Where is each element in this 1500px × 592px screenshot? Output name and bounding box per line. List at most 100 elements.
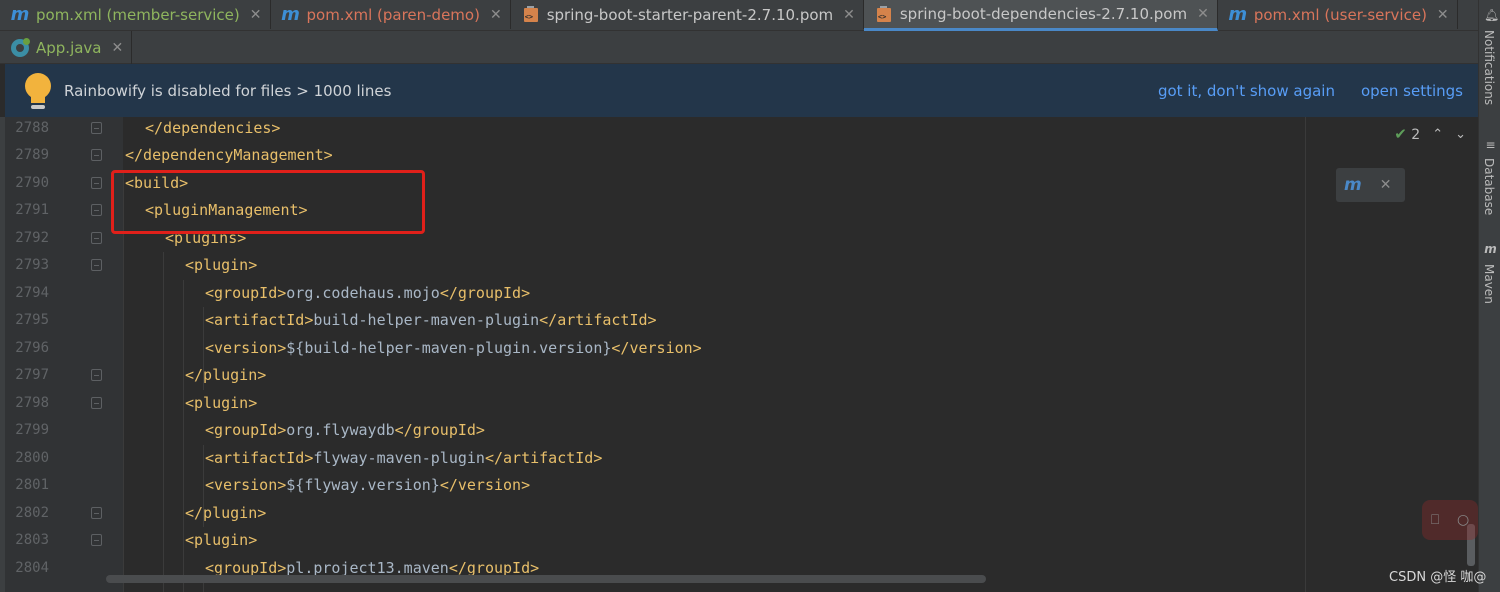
fold-marker-icon[interactable] bbox=[91, 396, 102, 409]
line-number: 2797 bbox=[15, 367, 49, 383]
line-number: 2790 bbox=[15, 174, 49, 191]
fold-marker-icon[interactable] bbox=[91, 204, 102, 216]
xml-open-tag: </plugin> bbox=[185, 503, 267, 522]
code-line[interactable]: 2798 <plugin> bbox=[5, 390, 1305, 418]
fold-marker-icon[interactable] bbox=[91, 149, 102, 161]
code-line[interactable]: 2789 </dependencyManagement> bbox=[5, 142, 1305, 170]
editor-tab-bar-second-row: App.java ✕ bbox=[0, 31, 1478, 64]
xml-close-tag: </version> bbox=[611, 338, 702, 357]
code-line[interactable]: 2793 <plugin> bbox=[5, 252, 1305, 280]
code-line[interactable]: 2796 <version>${build-helper-maven-plugin… bbox=[5, 335, 1305, 363]
xml-text-value: org.codehaus.mojo bbox=[286, 283, 440, 302]
close-tab-icon[interactable]: ✕ bbox=[250, 7, 262, 23]
close-tab-icon[interactable]: ✕ bbox=[490, 7, 502, 23]
close-icon[interactable]: ✕ bbox=[1380, 177, 1392, 193]
tool-window-database[interactable]: Database bbox=[1482, 158, 1496, 215]
pom-file-icon: <> bbox=[521, 6, 541, 24]
line-number: 2799 bbox=[15, 422, 49, 438]
xml-open-tag: <groupId> bbox=[205, 421, 287, 439]
code-line[interactable]: 2797 </plugin> bbox=[5, 362, 1305, 390]
line-number: 2794 bbox=[15, 284, 49, 301]
xml-close-tag: </groupId> bbox=[394, 421, 485, 439]
maven-icon: m bbox=[10, 4, 30, 25]
code-line[interactable]: 2788 </dependencies> bbox=[5, 117, 1305, 142]
close-tab-icon[interactable]: ✕ bbox=[112, 40, 124, 56]
xml-open-tag: <artifactId> bbox=[205, 448, 314, 467]
xml-text-value: pl.project13.maven bbox=[286, 558, 449, 577]
search-icon[interactable]: ○ bbox=[1457, 512, 1469, 528]
code-text: <groupId>org.flywaydb</groupId> bbox=[205, 417, 485, 445]
next-highlight-icon[interactable]: ⌄ bbox=[1455, 127, 1466, 142]
maven-icon: m bbox=[1228, 4, 1248, 25]
code-text: <plugin> bbox=[185, 390, 257, 418]
line-number: 2788 bbox=[15, 119, 49, 136]
tabs_row1-tab-4[interactable]: m pom.xml (user-service) ✕ bbox=[1218, 0, 1458, 29]
line-number: 2791 bbox=[15, 202, 49, 218]
tabs_row1-tab-0[interactable]: m pom.xml (member-service) ✕ bbox=[0, 0, 271, 29]
close-tab-icon[interactable]: ✕ bbox=[1437, 7, 1449, 23]
xml-open-tag: <version> bbox=[205, 476, 287, 494]
ai-icon[interactable]: ⎕ bbox=[1431, 512, 1439, 528]
notification-banner: Rainbowify is disabled for files > 1000 … bbox=[5, 64, 1478, 117]
fold-marker-icon[interactable] bbox=[91, 176, 102, 189]
xml-close-tag: </version> bbox=[439, 476, 531, 494]
xml-open-tag: <artifactId> bbox=[205, 311, 314, 329]
fold-marker-icon[interactable] bbox=[91, 506, 102, 519]
tabs_row1-tab-2[interactable]: <> spring-boot-starter-parent-2.7.10.pom ✕ bbox=[511, 0, 864, 29]
maven-reload-popup[interactable]: m ✕ bbox=[1336, 168, 1405, 202]
line-number: 2803 bbox=[15, 532, 49, 548]
fold-marker-icon[interactable] bbox=[91, 121, 102, 134]
line-number: 2804 bbox=[15, 559, 49, 576]
code-text: <version>${flyway.version}</version> bbox=[205, 472, 530, 500]
tabs_row1-tab-3[interactable]: <> spring-boot-dependencies-2.7.10.pom ✕ bbox=[863, 0, 1218, 31]
tool-window-maven[interactable]: Maven bbox=[1482, 264, 1496, 304]
fold-marker-icon[interactable] bbox=[91, 369, 102, 381]
indent-guide bbox=[163, 252, 164, 592]
tabs_row2-tab-0[interactable]: App.java ✕ bbox=[0, 31, 133, 64]
close-tab-icon[interactable]: ✕ bbox=[1197, 6, 1209, 22]
annotation-highlight-box bbox=[111, 170, 425, 234]
fold-marker-icon[interactable] bbox=[91, 534, 102, 546]
java-class-icon bbox=[10, 37, 30, 57]
xml-open-tag: <groupId> bbox=[205, 558, 287, 577]
code-text: <artifactId>build-helper-maven-plugin</a… bbox=[205, 307, 657, 335]
line-number: 2793 bbox=[15, 257, 49, 273]
code-line[interactable]: 2795 <artifactId>build-helper-maven-plugi… bbox=[5, 307, 1305, 335]
fold-marker-icon[interactable] bbox=[91, 259, 102, 271]
tab-label: pom.xml (member-service) bbox=[36, 5, 240, 24]
lightbulb-icon bbox=[23, 71, 53, 111]
code-line[interactable]: 2802 </plugin> bbox=[5, 500, 1305, 528]
fold-marker-icon[interactable] bbox=[91, 231, 102, 244]
inspection-widget[interactable]: ✔ 2 ⌃ ⌄ bbox=[1394, 125, 1466, 143]
tool-window-notifications[interactable]: Notifications bbox=[1482, 30, 1496, 105]
tab-label: pom.xml (user-service) bbox=[1253, 5, 1427, 24]
previous-highlight-icon[interactable]: ⌃ bbox=[1432, 127, 1443, 142]
line-number: 2800 bbox=[15, 449, 49, 466]
tab-label: App.java bbox=[36, 38, 102, 57]
database-icon: ≡ bbox=[1485, 138, 1496, 152]
tabs_row1-tab-1[interactable]: m pom.xml (paren-demo) ✕ bbox=[271, 0, 511, 29]
code-text: </dependencies> bbox=[145, 117, 280, 142]
horizontal-scrollbar[interactable] bbox=[106, 575, 986, 583]
dismiss-link[interactable]: got it, don't show again bbox=[1158, 82, 1335, 100]
editor-tab-bar: m pom.xml (member-service) ✕ m pom.xml (pare… bbox=[0, 0, 1478, 31]
code-line[interactable]: 2794 <groupId>org.codehaus.mojo</groupId> bbox=[5, 280, 1305, 308]
xml-open-tag: </dependencyManagement> bbox=[125, 146, 333, 164]
maven-reload-icon[interactable]: m bbox=[1344, 175, 1362, 195]
code-text: <version>${build-helper-maven-plugin.ver… bbox=[205, 335, 702, 363]
xml-text-value: build-helper-maven-plugin bbox=[313, 311, 540, 329]
code-line[interactable]: 2799 <groupId>org.flywaydb</groupId> bbox=[5, 417, 1305, 445]
close-tab-icon[interactable]: ✕ bbox=[843, 7, 855, 23]
line-number: 2801 bbox=[15, 477, 49, 493]
open-settings-link[interactable]: open settings bbox=[1361, 82, 1463, 100]
xml-text-value: flyway-maven-plugin bbox=[313, 448, 485, 467]
xml-open-tag: <version> bbox=[205, 338, 287, 357]
code-line[interactable]: 2803 <plugin> bbox=[5, 527, 1305, 555]
line-number: 2802 bbox=[15, 504, 49, 521]
line-number: 2789 bbox=[15, 147, 49, 163]
code-line[interactable]: 2800 <artifactId>flyway-maven-plugin</art… bbox=[5, 445, 1305, 473]
code-text: <groupId>org.codehaus.mojo</groupId> bbox=[205, 280, 530, 308]
floating-toolbar[interactable]: ⎕ ○ bbox=[1422, 500, 1478, 540]
code-line[interactable]: 2801 <version>${flyway.version}</version> bbox=[5, 472, 1305, 500]
xml-close-tag: </artifactId> bbox=[539, 311, 657, 329]
